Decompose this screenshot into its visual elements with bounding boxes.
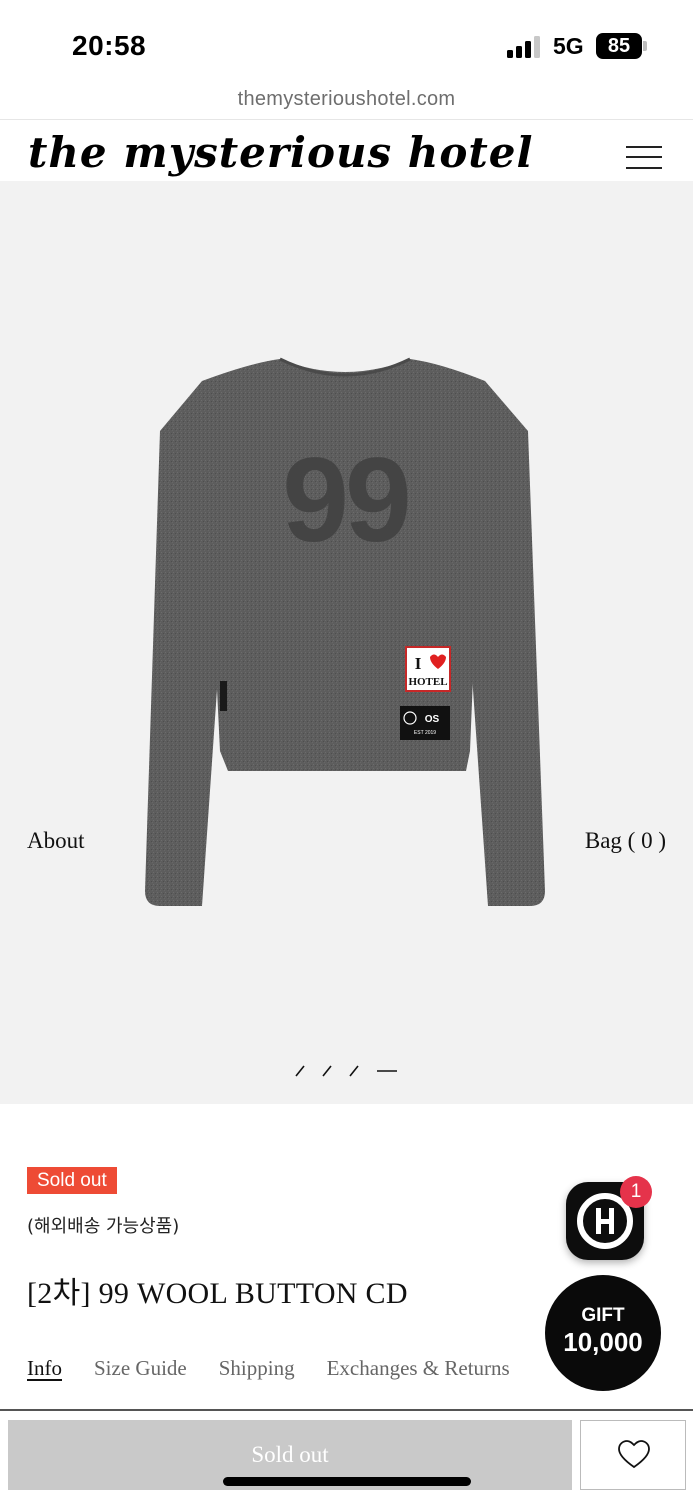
tab-info[interactable]: Info [27, 1356, 62, 1381]
product-gallery[interactable]: 99 I HOTEL OS EST 2019 About Bag ( 0 ) [0, 181, 693, 1104]
tab-shipping[interactable]: Shipping [219, 1356, 295, 1381]
svg-text:I: I [415, 654, 422, 673]
overseas-shipping-note: (해외배송 가능상품) [27, 1216, 180, 1237]
battery-icon: 85 [596, 33, 642, 59]
sold-out-badge: Sold out [27, 1167, 117, 1194]
slide-indicator[interactable] [290, 1061, 410, 1081]
svg-text:EST 2019: EST 2019 [414, 730, 436, 736]
gift-label: GIFT [581, 1305, 625, 1326]
chat-notification-badge: 1 [620, 1176, 652, 1208]
status-bar: 20:58 5G 85 [0, 0, 693, 84]
svg-text:HOTEL: HOTEL [408, 676, 447, 688]
product-image: 99 I HOTEL OS EST 2019 [145, 357, 545, 906]
address-bar[interactable]: themysterioushotel.com [0, 84, 693, 120]
site-logo[interactable]: the mysterious hotel [28, 129, 533, 177]
slide-dot [295, 1065, 305, 1077]
hamburger-menu-icon[interactable] [626, 143, 662, 171]
signal-icon [507, 36, 541, 58]
bag-link[interactable]: Bag ( 0 ) [585, 828, 666, 854]
slide-dot [322, 1065, 332, 1077]
about-link[interactable]: About [27, 828, 85, 854]
tab-size-guide[interactable]: Size Guide [94, 1356, 187, 1381]
heart-icon [618, 1440, 650, 1469]
wishlist-button[interactable] [580, 1420, 686, 1490]
divider [0, 1409, 693, 1411]
product-tabs: Info Size Guide Shipping Exchanges & Return… [27, 1356, 542, 1386]
svg-text:OS: OS [425, 714, 440, 725]
gift-button[interactable]: GIFT 10,000 [545, 1275, 661, 1391]
product-title: [2차] 99 WOOL BUTTON CD [27, 1277, 408, 1310]
site-header: the mysterious hotel [0, 121, 693, 181]
network-type: 5G [553, 33, 584, 59]
sweater-number: 99 [282, 433, 408, 567]
gift-amount: 10,000 [563, 1327, 643, 1357]
url-text[interactable]: themysterioushotel.com [238, 88, 456, 110]
tab-exchanges-returns[interactable]: Exchanges & Returns [327, 1356, 510, 1381]
slide-dot [349, 1065, 359, 1077]
home-indicator [223, 1477, 471, 1486]
status-time: 20:58 [72, 30, 147, 61]
battery-tip [643, 41, 647, 51]
